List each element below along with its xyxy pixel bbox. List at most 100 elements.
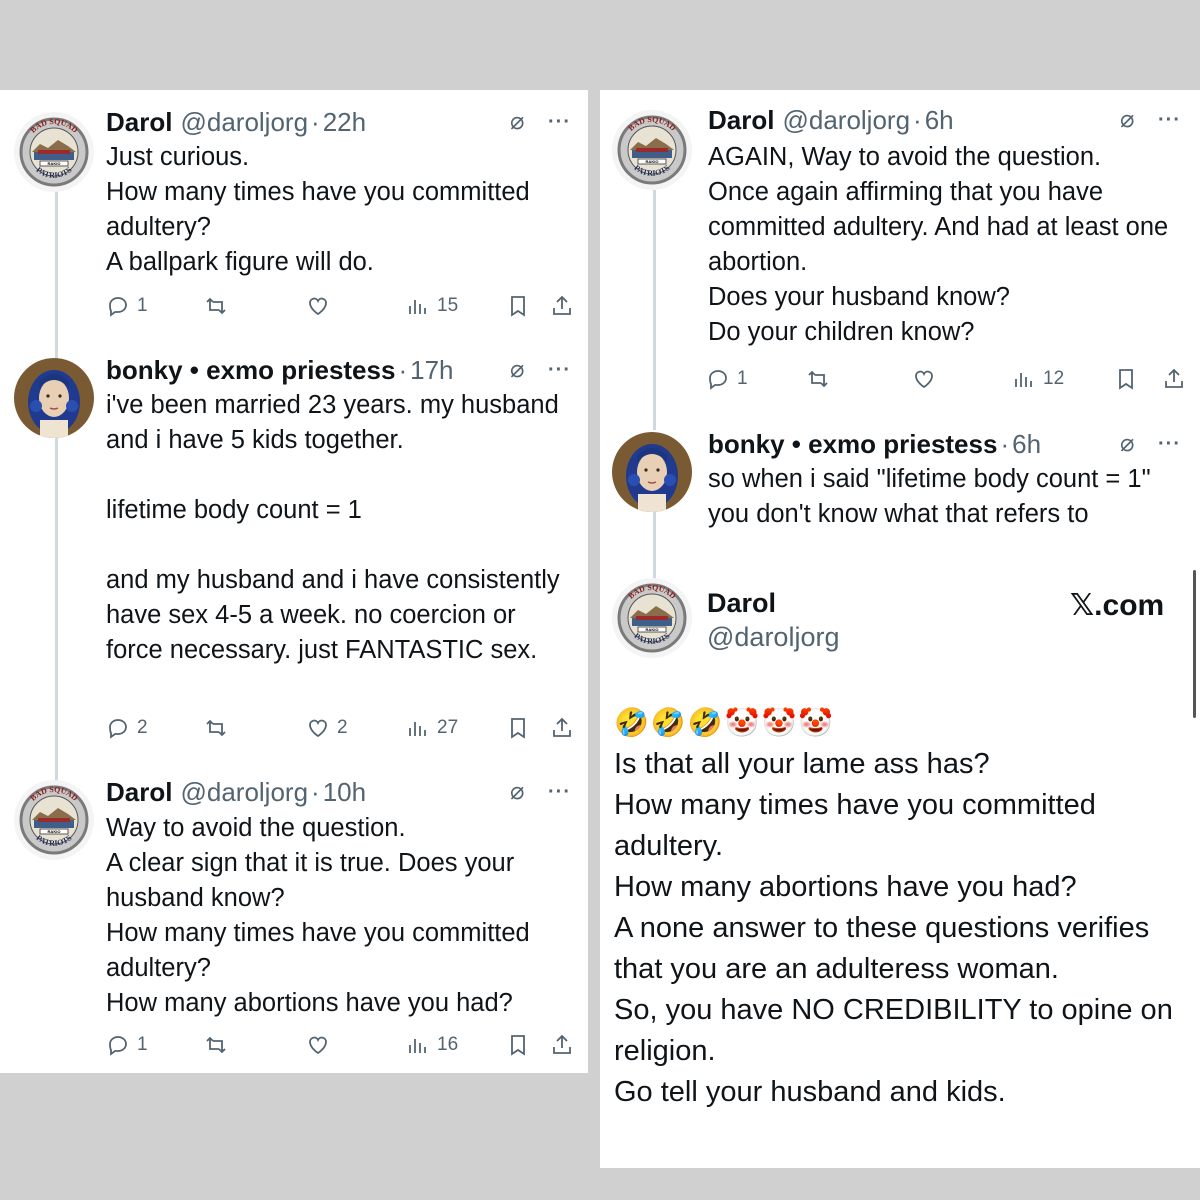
timestamp[interactable]: 10h [323,777,366,808]
avatar[interactable] [14,358,94,438]
repost-icon [206,297,226,315]
like-icon [309,719,327,738]
more-icon[interactable]: ··· [548,776,571,808]
like-icon [309,297,327,316]
share-button[interactable] [1162,362,1186,396]
right-thread-panel: RAKIO BAD SQUAD PATRIOTS Darol @daroljor… [600,90,1200,1168]
repost-button[interactable] [204,711,228,745]
avatar[interactable]: RAKIO BAD SQUAD PATRIOTS [14,780,94,860]
repost-icon [808,370,828,388]
tweet[interactable]: RAKIO BAD SQUAD PATRIOTS Darol @daroljor… [0,90,588,330]
timestamp[interactable]: 17h [410,355,453,386]
views-button[interactable]: 27 [406,711,458,745]
author-handle[interactable]: @daroljorg [180,777,308,808]
reply-icon [109,297,127,317]
reply-icon [109,1036,127,1056]
more-icon[interactable]: ··· [548,354,571,386]
bookmark-button[interactable] [506,289,530,323]
views-count: 15 [437,295,459,316]
reply-button[interactable]: 1 [106,1028,148,1062]
repost-icon [206,1036,226,1054]
views-icon [1015,373,1032,387]
share-button[interactable] [550,289,574,323]
more-icon[interactable]: ··· [1158,428,1181,460]
views-icon [409,1039,426,1053]
grok-icon[interactable]: ⌀ [510,776,524,808]
like-button[interactable]: 2 [306,711,348,745]
bookmark-button[interactable] [506,711,530,745]
bookmark-icon [511,718,525,739]
timestamp[interactable]: 6h [925,105,954,136]
bad-squad-patriots-logo: RAKIO BAD SQUAD PATRIOTS [612,578,692,658]
scrollbar[interactable] [1193,570,1196,718]
tweet[interactable]: bonky • exmo priestess · 17h ⌀ ··· i've … [0,340,588,750]
avatar[interactable] [612,432,692,512]
card-text: Is that all your lame ass has? How many … [614,748,1173,1108]
like-button[interactable] [306,1028,330,1062]
reply-icon [109,719,127,739]
reply-button[interactable]: 1 [706,362,748,396]
grok-icon[interactable]: ⌀ [1120,104,1134,136]
avatar[interactable]: RAKIO BAD SQUAD PATRIOTS [612,578,692,658]
repost-icon [206,719,226,737]
tweet[interactable]: bonky • exmo priestess · 6h ⌀ ··· so whe… [600,420,1200,540]
timestamp[interactable]: 6h [1012,429,1041,460]
repost-button[interactable] [806,362,830,396]
quoted-screenshot-card: RAKIO BAD SQUAD PATRIOTS Darol @daroljor… [600,560,1200,1168]
svg-text:RAKIO: RAKIO [646,159,659,164]
repost-button[interactable] [204,289,228,323]
like-button[interactable] [912,362,936,396]
more-icon[interactable]: ··· [1158,104,1181,136]
bookmark-button[interactable] [506,1028,530,1062]
tweet-actions: 1 16 [106,1028,576,1062]
bookmark-button[interactable] [1114,362,1138,396]
left-thread-panel: RAKIO BAD SQUAD PATRIOTS Darol @daroljor… [0,90,588,1073]
tweet-text: AGAIN, Way to avoid the question. Once a… [708,143,1169,346]
bad-squad-patriots-logo: RAKIO BAD SQUAD PATRIOTS [14,780,94,860]
more-icon[interactable]: ··· [548,106,571,138]
avatar[interactable]: RAKIO BAD SQUAD PATRIOTS [612,110,692,190]
reply-button[interactable]: 1 [106,289,148,323]
views-count: 16 [437,1034,459,1055]
views-count: 12 [1043,368,1065,389]
avatar[interactable]: RAKIO BAD SQUAD PATRIOTS [14,112,94,192]
grok-icon[interactable]: ⌀ [510,354,524,386]
tweet[interactable]: RAKIO BAD SQUAD PATRIOTS Darol @daroljor… [0,760,588,1073]
author-name[interactable]: Darol [708,105,774,136]
timestamp[interactable]: 22h [323,107,366,138]
grok-icon[interactable]: ⌀ [510,106,524,138]
share-button[interactable] [550,711,574,745]
separator-dot: · [1000,428,1010,459]
repost-button[interactable] [204,1028,228,1062]
views-button[interactable]: 16 [406,1028,458,1062]
bookmark-icon [511,1035,525,1056]
svg-text:RAKIO: RAKIO [646,627,659,632]
author-name[interactable]: Darol [106,107,172,138]
like-button[interactable] [306,289,330,323]
tweet-header: Darol @daroljorg · 10h [106,776,366,808]
views-button[interactable]: 12 [1012,362,1064,396]
tweet-header: bonky • exmo priestess · 17h [106,354,454,386]
author-name[interactable]: bonky • exmo priestess [106,355,395,386]
views-icon [409,722,426,736]
tweet-text: so when i said "lifetime body count = 1"… [708,465,1158,528]
tweet[interactable]: RAKIO BAD SQUAD PATRIOTS Darol @daroljor… [600,90,1200,410]
grok-icon[interactable]: ⌀ [1120,428,1134,460]
reply-count: 1 [137,1034,148,1055]
x-brand-label: 𝕏.com [1070,589,1165,622]
author-name[interactable]: bonky • exmo priestess [708,429,997,460]
like-count: 2 [337,717,348,738]
views-button[interactable]: 15 [406,289,458,323]
share-button[interactable] [550,1028,574,1062]
share-icon [553,1034,571,1054]
reply-count: 2 [137,717,148,738]
author-name[interactable]: Darol [106,777,172,808]
card-author-name: Darol [707,588,777,618]
share-icon [1165,368,1183,388]
reply-count: 1 [737,368,748,389]
author-handle[interactable]: @daroljorg [180,107,308,138]
separator-dot: · [311,776,320,807]
tweet-actions: 1 15 [106,289,576,323]
reply-button[interactable]: 2 [106,711,148,745]
author-handle[interactable]: @daroljorg [782,105,910,136]
